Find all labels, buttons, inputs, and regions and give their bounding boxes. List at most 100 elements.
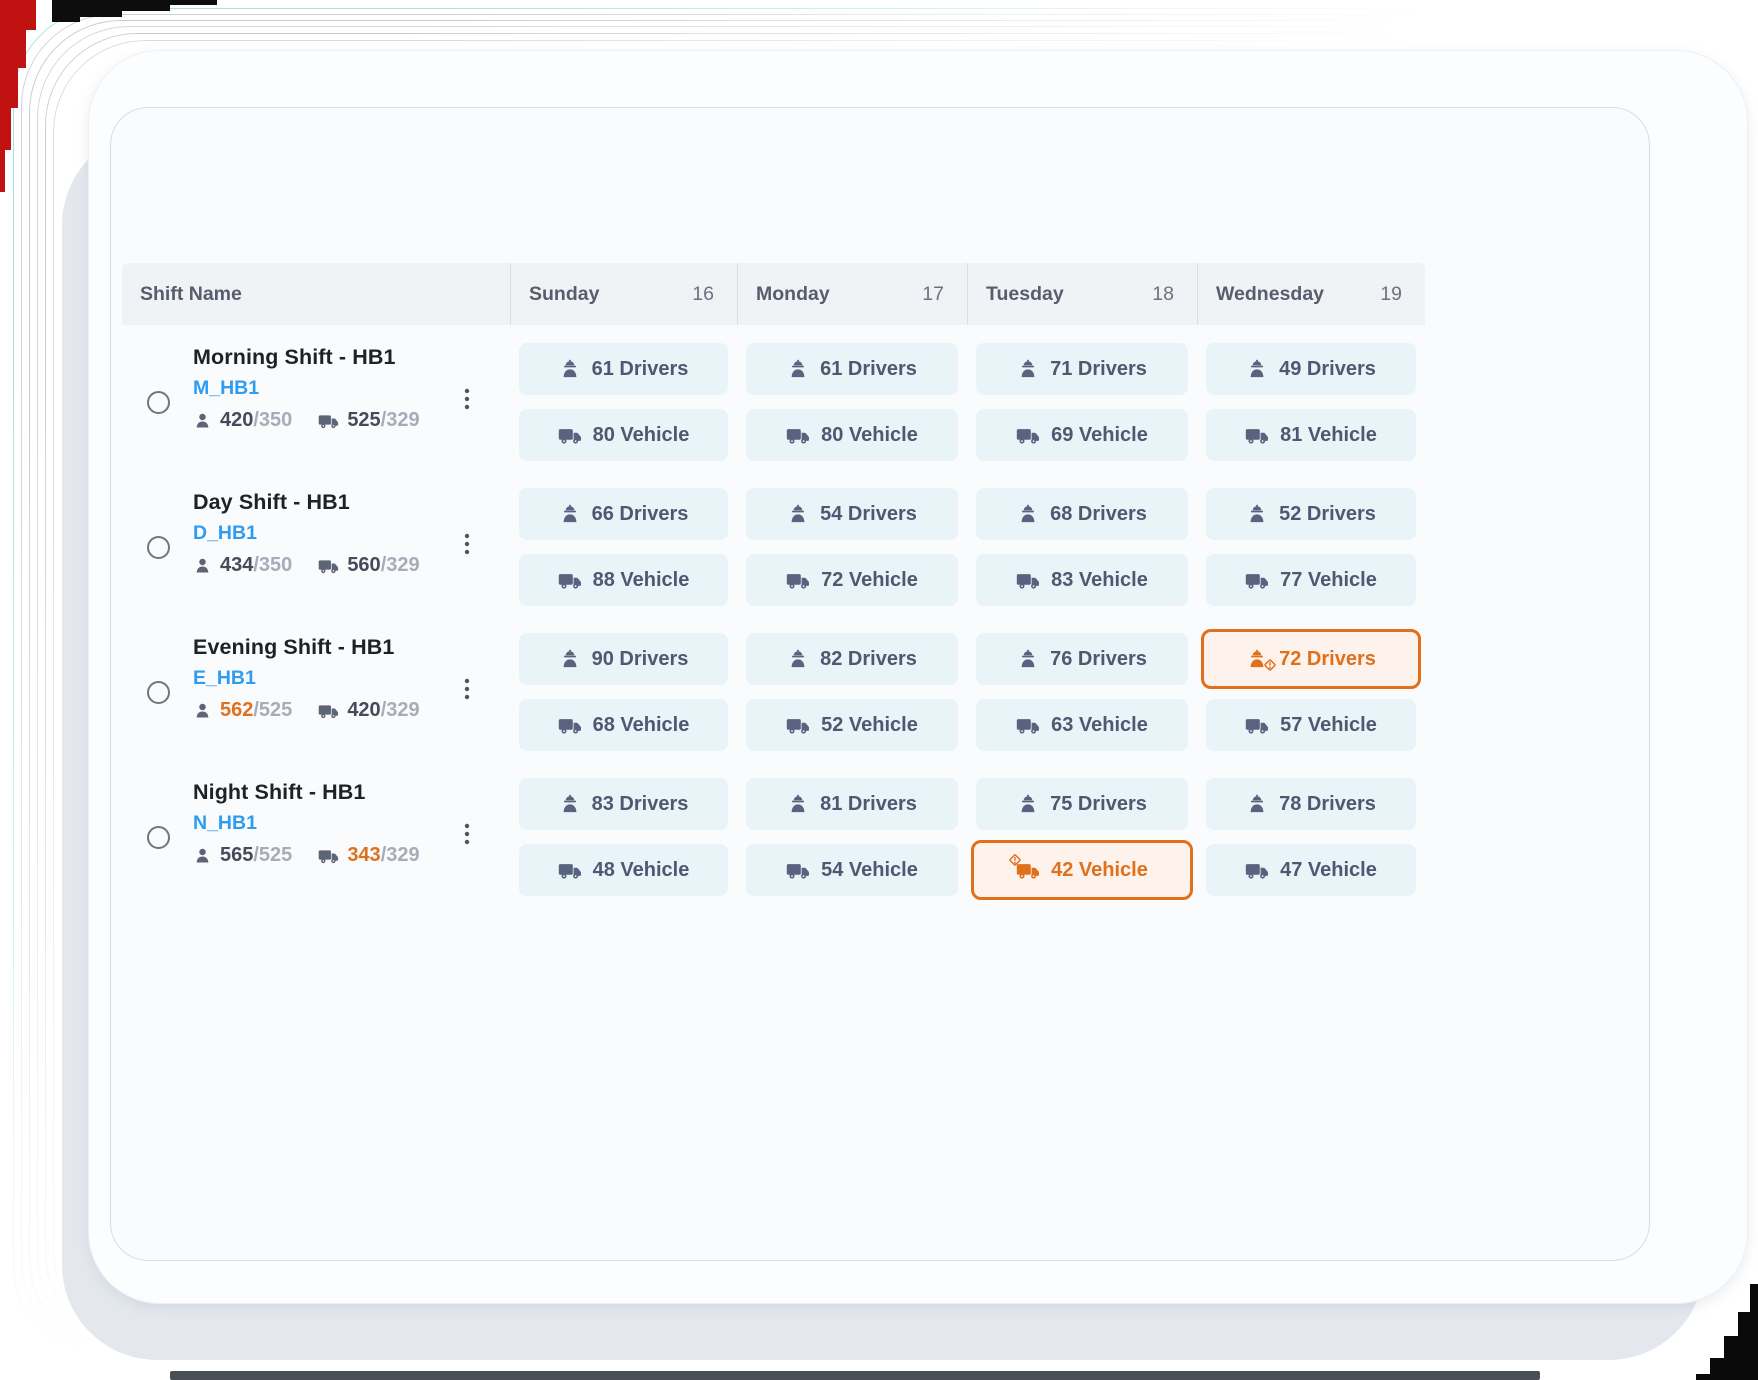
shift-code-link[interactable]: M_HB1 [193,377,259,400]
schedule-cell-wednesday: 49 Drivers 81 Vehicle [1197,343,1425,461]
truck-icon [318,847,339,865]
drivers-count-label: 71 Drivers [1050,358,1147,381]
vehicles-chip[interactable]: 68 Vehicle [519,699,728,751]
driver-icon [1017,648,1039,670]
vehicles-chip[interactable]: 47 Vehicle [1206,844,1416,896]
truck-icon [1245,715,1269,736]
drivers-chip[interactable]: 54 Drivers [746,488,958,540]
driver-icon [1246,793,1268,815]
drivers-chip[interactable]: 75 Drivers [976,778,1188,830]
day-name: Monday [756,283,830,306]
vehicles-actual: 560 [347,554,380,576]
corner-artifact [0,0,40,218]
vehicles-capacity: /329 [381,554,420,576]
drivers-chip[interactable]: 52 Drivers [1206,488,1416,540]
vehicles-chip[interactable]: 52 Vehicle [746,699,958,751]
drivers-stat: 420/350 [193,409,292,432]
person-icon [193,556,212,575]
truck-icon [786,570,810,591]
driver-icon [1246,648,1268,670]
drivers-chip[interactable]: 76 Drivers [976,633,1188,685]
vehicles-chip[interactable]: 72 Vehicle [746,554,958,606]
drivers-count-label: 61 Drivers [592,358,689,381]
table-header: Shift Name Sunday 16 Monday 17 Tuesday 1… [122,263,1425,325]
vehicles-chip[interactable]: 57 Vehicle [1206,699,1416,751]
column-header-sunday: Sunday 16 [510,263,737,325]
kebab-menu-icon[interactable] [464,387,470,411]
vehicles-chip[interactable]: 77 Vehicle [1206,554,1416,606]
vehicles-capacity: /329 [381,699,420,721]
drivers-chip[interactable]: 61 Drivers [519,343,728,395]
radio-button[interactable] [147,536,170,559]
vehicles-chip[interactable]: 88 Vehicle [519,554,728,606]
drivers-chip[interactable]: 81 Drivers [746,778,958,830]
radio-button[interactable] [147,391,170,414]
shift-stats: 565/525 343/329 [193,844,510,867]
drivers-chip[interactable]: 82 Drivers [746,633,958,685]
shift-row-morning: Morning Shift - HB1 M_HB1 420/350 525/32… [122,343,1425,461]
warning-icon [1262,657,1278,673]
schedule-cell-monday: 82 Drivers 52 Vehicle [737,633,967,751]
column-header-monday: Monday 17 [737,263,967,325]
vehicles-chip[interactable]: 63 Vehicle [976,699,1188,751]
drivers-chip[interactable]: 83 Drivers [519,778,728,830]
drivers-chip[interactable]: 68 Drivers [976,488,1188,540]
drivers-count-label: 78 Drivers [1279,793,1376,816]
kebab-menu-icon[interactable] [464,677,470,701]
kebab-menu-icon[interactable] [464,532,470,556]
vehicles-chip[interactable]: 81 Vehicle [1206,409,1416,461]
vehicles-count-label: 80 Vehicle [821,424,918,447]
drivers-capacity: /525 [253,699,292,721]
drivers-stat: 562/525 [193,699,292,722]
driver-icon [1017,358,1039,380]
driver-icon [787,793,809,815]
radio-button[interactable] [147,826,170,849]
drivers-capacity: /350 [253,554,292,576]
drivers-chip[interactable]: 78 Drivers [1206,778,1416,830]
drivers-actual: 420 [220,409,253,431]
vehicles-chip[interactable]: 48 Vehicle [519,844,728,896]
drivers-chip[interactable]: 66 Drivers [519,488,728,540]
column-header-tuesday: Tuesday 18 [967,263,1197,325]
vehicles-chip[interactable]: 83 Vehicle [976,554,1188,606]
drivers-chip[interactable]: 71 Drivers [976,343,1188,395]
schedule-cell-tuesday: 68 Drivers 83 Vehicle [967,488,1197,606]
vehicles-chip[interactable]: 54 Vehicle [746,844,958,896]
truck-icon [1245,570,1269,591]
drivers-chip[interactable]: 90 Drivers [519,633,728,685]
shift-cell: Day Shift - HB1 D_HB1 434/350 560/329 [122,488,510,606]
shift-title: Night Shift - HB1 [193,780,510,805]
vehicles-count-label: 63 Vehicle [1051,714,1148,737]
kebab-menu-icon[interactable] [464,822,470,846]
drivers-actual: 565 [220,844,253,866]
table-body: Morning Shift - HB1 M_HB1 420/350 525/32… [122,343,1425,896]
drivers-count-label: 49 Drivers [1279,358,1376,381]
drivers-count-label: 90 Drivers [592,648,689,671]
driver-icon [559,793,581,815]
vehicles-count-label: 57 Vehicle [1280,714,1377,737]
shift-code-link[interactable]: N_HB1 [193,812,257,835]
schedule-cell-sunday: 66 Drivers 88 Vehicle [510,488,737,606]
shift-code-link[interactable]: D_HB1 [193,522,257,545]
vehicles-count-label: 54 Vehicle [821,859,918,882]
corner-artifact [52,0,217,22]
vehicles-count-label: 72 Vehicle [821,569,918,592]
vehicles-chip[interactable]: 42 Vehicle [971,840,1193,900]
drivers-count-label: 83 Drivers [592,793,689,816]
day-name: Sunday [529,283,599,306]
day-name: Tuesday [986,283,1064,306]
drivers-chip[interactable]: 61 Drivers [746,343,958,395]
vehicles-chip[interactable]: 80 Vehicle [519,409,728,461]
drivers-chip[interactable]: 72 Drivers [1201,629,1421,689]
shift-code-link[interactable]: E_HB1 [193,667,256,690]
vehicles-actual: 420 [347,699,380,721]
vehicles-chip[interactable]: 80 Vehicle [746,409,958,461]
driver-icon [787,358,809,380]
truck-icon [1245,425,1269,446]
vehicles-chip[interactable]: 69 Vehicle [976,409,1188,461]
drivers-chip[interactable]: 49 Drivers [1206,343,1416,395]
radio-button[interactable] [147,681,170,704]
schedule-cell-sunday: 83 Drivers 48 Vehicle [510,778,737,896]
schedule-cell-wednesday: 52 Drivers 77 Vehicle [1197,488,1425,606]
schedule-cell-wednesday: 72 Drivers 57 Vehicle [1197,633,1425,751]
